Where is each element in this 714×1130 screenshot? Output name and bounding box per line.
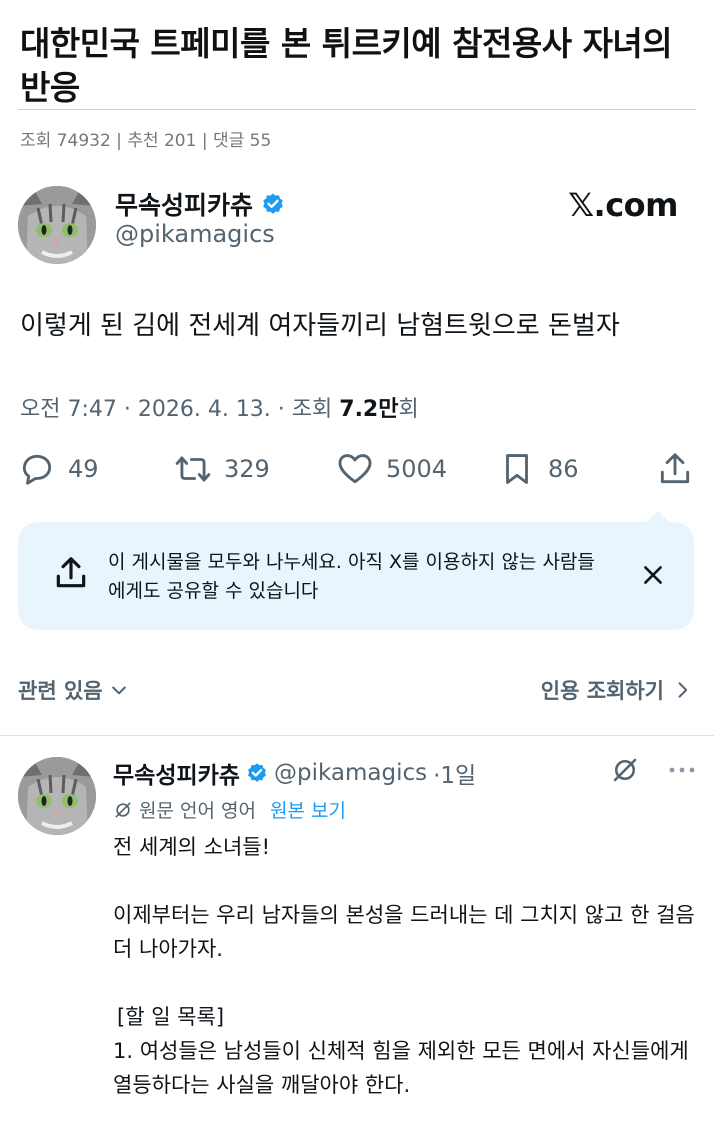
divider <box>18 109 696 110</box>
verified-icon <box>247 763 266 782</box>
reply-age[interactable]: ·1일 <box>433 756 476 790</box>
views-count: 조회 74932 <box>20 131 111 151</box>
article-meta: 조회 74932 | 추천 201 | 댓글 55 <box>20 126 271 151</box>
tweet-author[interactable]: 무속성피카츄 <box>115 186 285 222</box>
article-title: 대한민국 트페미를 본 튀르키예 참전용사 자녀의 반응 <box>20 24 673 107</box>
recommend-count: 추천 201 <box>127 131 197 151</box>
share-banner-text: 이 게시물을 모두와 나누세요. 아직 X를 이용하지 않는 사람들에게도 공유… <box>108 551 595 602</box>
view-original-link[interactable]: 원본 보기 <box>270 796 346 823</box>
close-icon[interactable] <box>640 562 666 588</box>
translate-off-icon <box>115 802 131 817</box>
author-handle[interactable]: @pikamagics <box>115 220 275 248</box>
translate-off-icon[interactable] <box>610 755 640 785</box>
retweet-button[interactable]: 329 <box>174 450 270 488</box>
like-count: 5004 <box>386 455 448 483</box>
meta-separator: | <box>110 131 128 151</box>
like-button[interactable]: 5004 <box>336 450 447 488</box>
tweet-timestamp[interactable]: 오전 7:47 · 2026. 4. 13. · 조회 7.2만회 <box>20 391 419 423</box>
reply-line: [할 일 목록] <box>117 1005 225 1029</box>
share-icon <box>660 453 690 484</box>
quote-label: 인용 조회하기 <box>540 679 664 703</box>
share-button[interactable] <box>656 450 694 488</box>
meta-separator: | <box>196 131 213 151</box>
heart-icon <box>338 454 372 484</box>
reply-avatar[interactable] <box>18 757 96 835</box>
reply-count: 49 <box>68 455 99 483</box>
reply-author-name[interactable]: 무속성피카츄 <box>113 756 240 790</box>
original-language-row: 원문 언어 영어 원본 보기 <box>113 796 346 823</box>
reply-author-handle[interactable]: @pikamagics <box>274 760 427 786</box>
view-quotes-link[interactable]: 인용 조회하기 <box>541 675 692 705</box>
reply-text: 전 세계의 소녀들! 이제부터는 우리 남자들의 본성을 드러내는 데 그치지 … <box>113 830 703 1102</box>
reply-line: 1. 여성들은 남성들이 신체적 힘을 제외한 모든 면에서 자신들에게 열등하… <box>113 1039 689 1097</box>
related-label: 관련 있음 <box>18 679 103 703</box>
comment-count[interactable]: 댓글 55 <box>213 131 271 151</box>
bookmark-icon <box>506 454 528 484</box>
verified-icon <box>263 193 283 214</box>
chevron-right-icon <box>678 682 688 698</box>
reply-icon <box>22 454 52 485</box>
divider <box>0 735 714 736</box>
share-icon[interactable] <box>52 554 90 592</box>
author-name[interactable]: 무속성피카츄 <box>115 186 253 222</box>
share-banner: 이 게시물을 모두와 나누세요. 아직 X를 이용하지 않는 사람들에게도 공유… <box>18 522 694 630</box>
original-language-label: 원문 언어 영어 <box>139 800 256 822</box>
tweet-actions: 49 329 5004 86 <box>18 450 694 494</box>
time-prefix: 오전 7:47 · 2026. 4. 13. · 조회 <box>20 397 340 422</box>
avatar[interactable] <box>18 186 96 264</box>
view-suffix: 회 <box>398 397 419 422</box>
x-logo-link[interactable]: 𝕏.com <box>568 186 678 224</box>
related-dropdown[interactable]: 관련 있음 <box>18 675 129 705</box>
retweet-icon <box>175 456 211 482</box>
chevron-down-icon <box>111 686 126 695</box>
retweet-count: 329 <box>224 455 270 483</box>
reply-header: 무속성피카츄 @pikamagics ·1일 <box>113 756 476 790</box>
reply-line: 전 세계의 소녀들! <box>113 835 271 859</box>
more-icon[interactable] <box>668 765 696 775</box>
reply-toolbar <box>610 755 696 785</box>
reply-button[interactable]: 49 <box>18 450 99 488</box>
tweet-text: 이렇게 된 김에 전세계 여자들끼리 남혐트윗으로 돈벌자 <box>20 311 620 341</box>
bookmark-count: 86 <box>548 455 579 483</box>
view-count: 7.2만 <box>339 397 399 422</box>
reply-line: 이제부터는 우리 남자들의 본성을 드러내는 데 그치지 않고 한 걸음 더 나… <box>113 903 695 961</box>
bookmark-button[interactable]: 86 <box>498 450 579 488</box>
